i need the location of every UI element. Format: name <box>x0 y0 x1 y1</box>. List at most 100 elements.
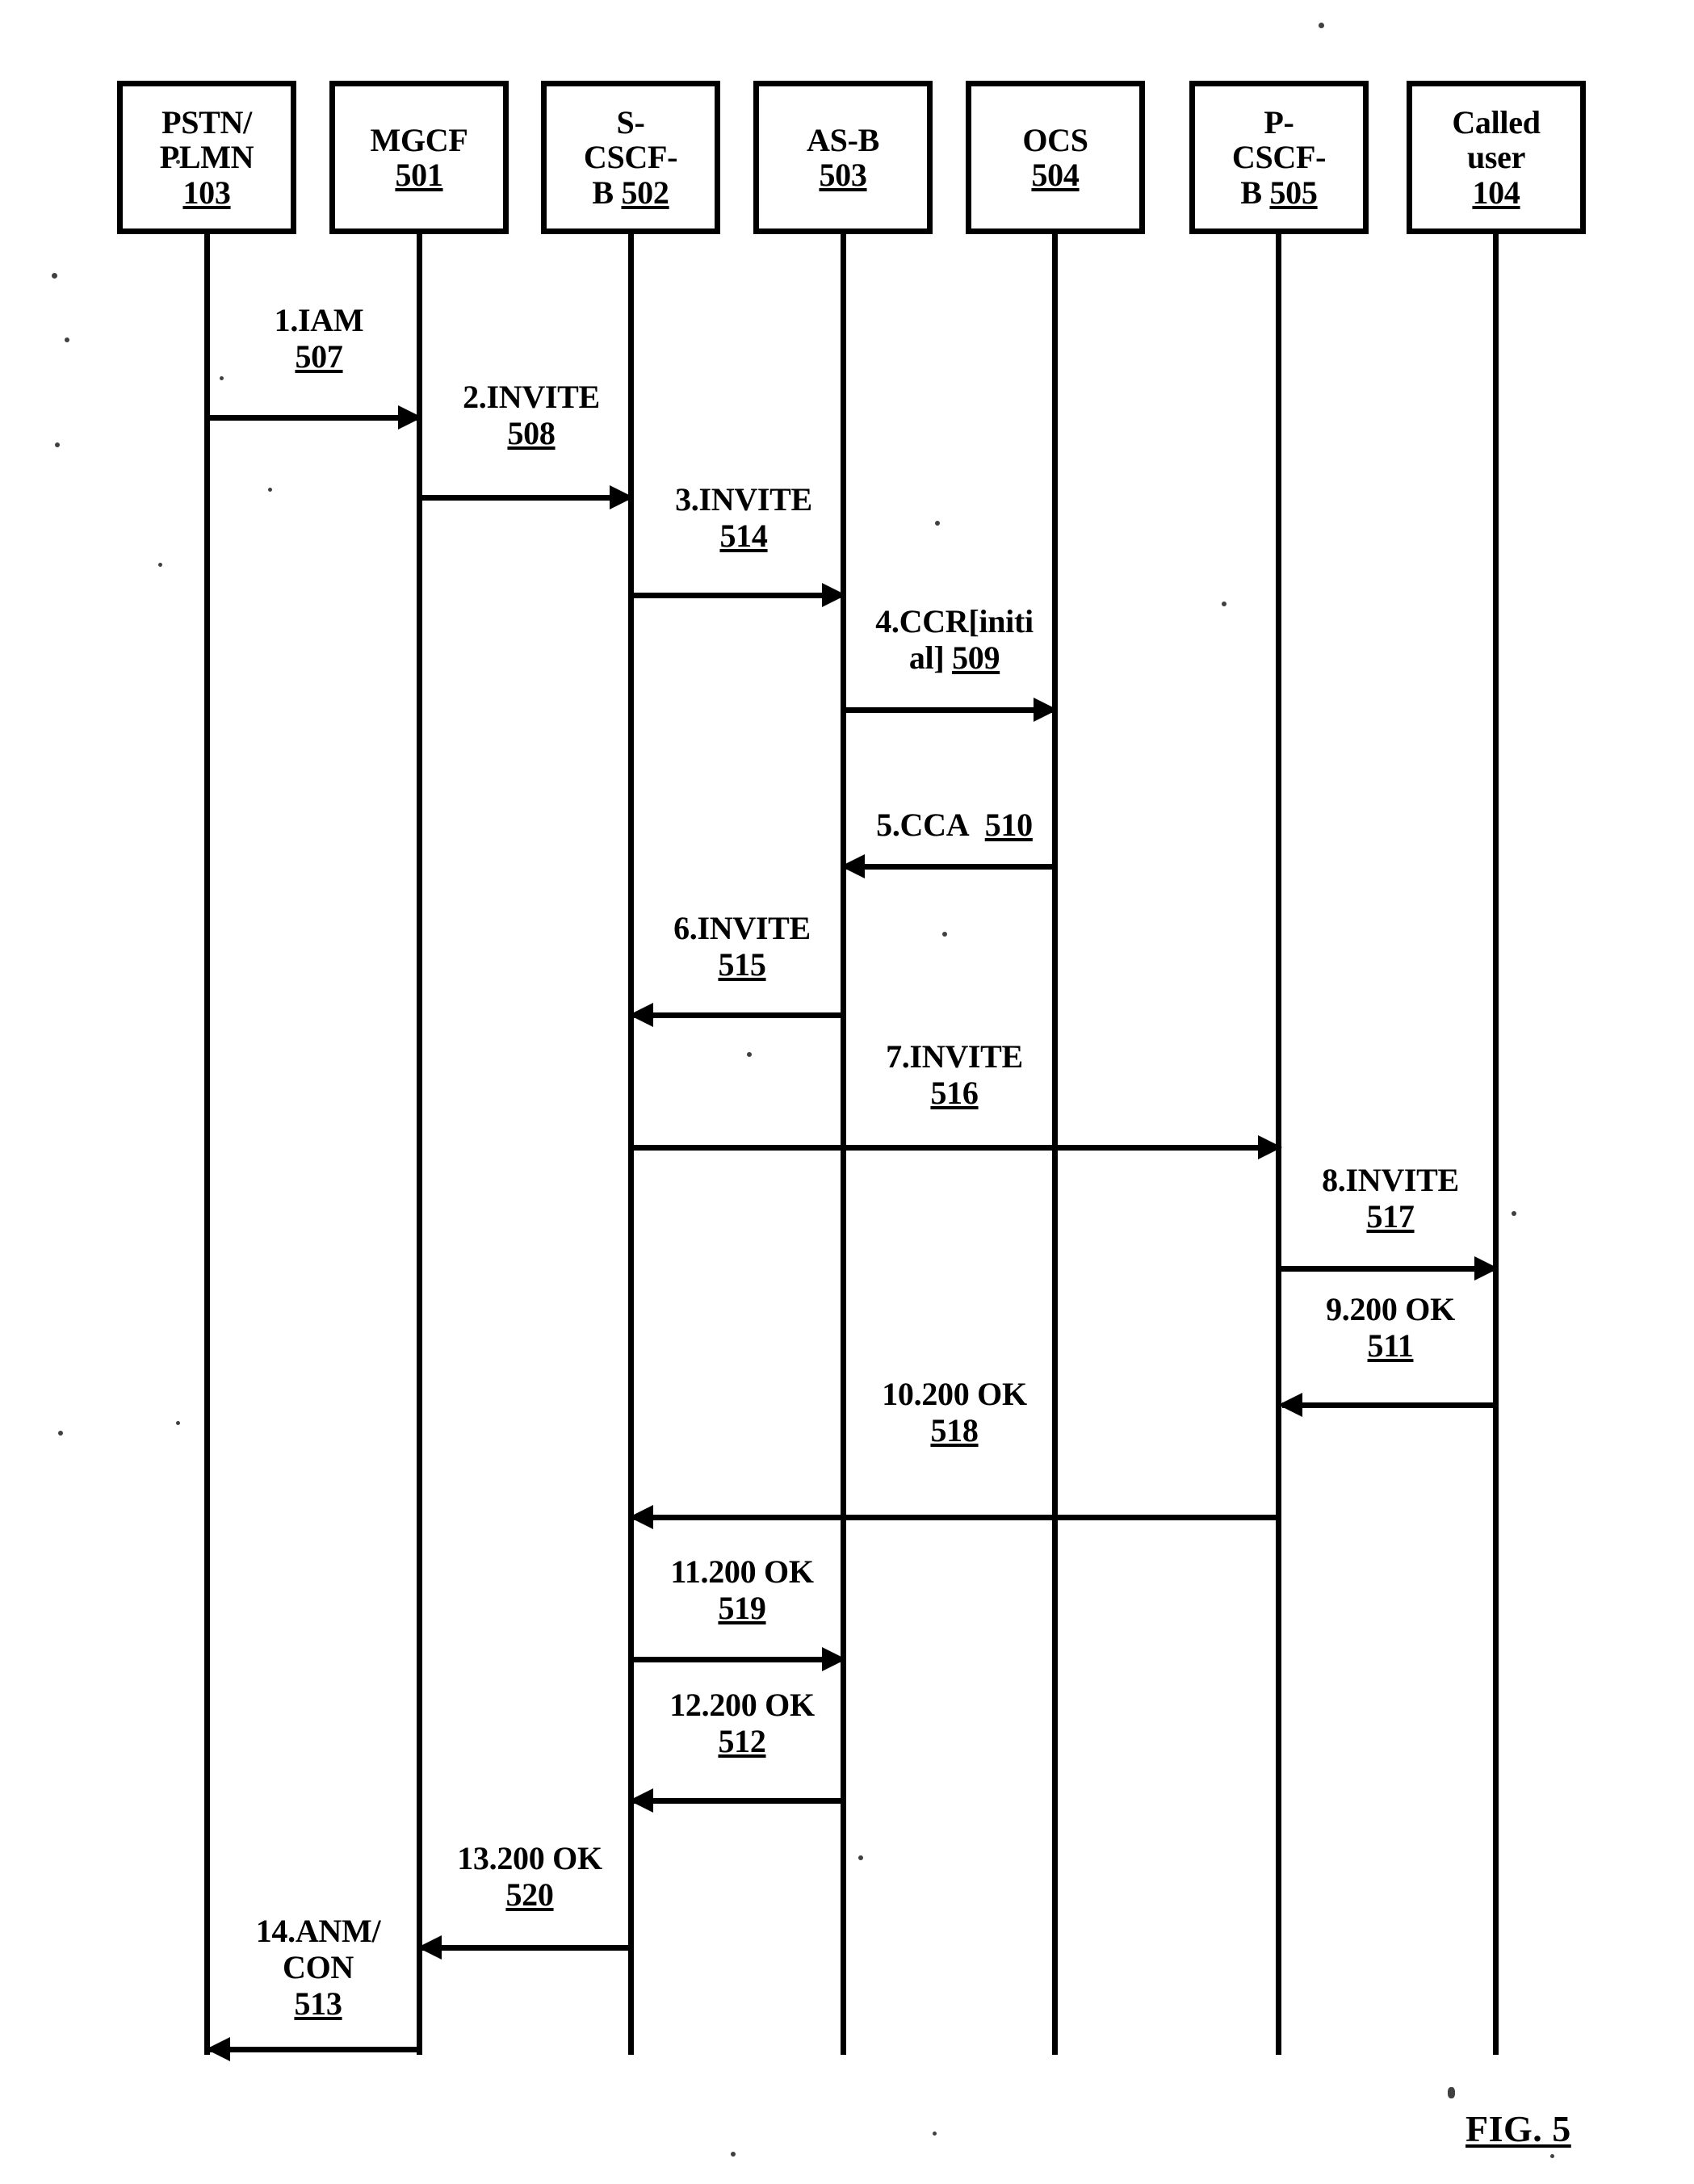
message-label-11: 11.200 OK 519 <box>632 1553 852 1627</box>
message-label-9: 9.200 OK 511 <box>1281 1291 1500 1364</box>
message-arrowhead-12 <box>629 1788 653 1813</box>
message-text: 5.CCA 510 <box>876 807 1033 843</box>
patent-figure-page: PSTN/ PLMN 103 MGCF 501 S- CSCF- B 502 A… <box>0 0 1694 2184</box>
message-arrow-14 <box>210 2047 420 2052</box>
actor-box-called-user: Called user 104 <box>1407 81 1586 234</box>
actor-box-mgcf: MGCF 501 <box>329 81 509 234</box>
message-arrowhead-5 <box>841 854 865 878</box>
scan-speck <box>1512 1211 1516 1216</box>
scan-speck <box>933 2132 937 2136</box>
message-text: 11.200 OK <box>670 1553 814 1590</box>
scan-speck <box>1550 2154 1554 2158</box>
message-text: 4.CCR[initi <box>875 603 1034 639</box>
actor-label-line-1: AS-B <box>807 121 879 158</box>
message-arrowhead-9 <box>1278 1393 1302 1417</box>
actor-label-line-1: P- <box>1264 104 1294 141</box>
message-arrowhead-8 <box>1474 1256 1499 1281</box>
scan-speck <box>942 932 947 937</box>
actor-label-line-1: PSTN/ <box>161 104 252 141</box>
actor-label-line-1: S- <box>616 104 645 141</box>
actor-ref-number: 501 <box>395 157 443 193</box>
message-ref-number: 513 <box>294 1985 342 2022</box>
scan-speck <box>220 376 224 380</box>
message-arrowhead-3 <box>822 583 846 607</box>
scan-speck <box>55 442 60 447</box>
message-arrow-1 <box>207 415 420 421</box>
message-text: 14.ANM/ <box>255 1913 381 1949</box>
message-arrow-11 <box>631 1657 844 1662</box>
scan-speck <box>268 488 272 492</box>
message-arrowhead-2 <box>610 485 634 509</box>
message-arrow-5 <box>845 864 1058 870</box>
message-text: 12.200 OK <box>669 1687 815 1723</box>
message-ref-number: 517 <box>1366 1197 1415 1235</box>
message-text: 9.200 OK <box>1326 1291 1455 1327</box>
message-label-2: 2.INVITE 508 <box>421 379 641 452</box>
scan-speck <box>858 1855 863 1860</box>
message-ref-number: 514 <box>719 517 768 554</box>
actor-label-line-1: Called <box>1452 104 1541 141</box>
actor-ref-number: 503 <box>819 157 867 193</box>
message-ref-number: 508 <box>507 414 556 451</box>
message-label-13: 13.200 OK 520 <box>420 1840 639 1914</box>
message-text: 13.200 OK <box>457 1840 602 1876</box>
message-text: 3.INVITE <box>675 481 812 518</box>
message-arrow-2 <box>419 495 632 501</box>
message-arrowhead-11 <box>822 1647 846 1671</box>
lifeline-pstn-plmn <box>204 234 210 2055</box>
message-label-6: 6.INVITE 515 <box>632 910 852 983</box>
message-text: 7.INVITE <box>886 1038 1023 1075</box>
message-label-1: 1.IAM 507 <box>210 302 428 375</box>
scan-speck <box>52 273 57 279</box>
actor-box-s-cscf-b: S- CSCF- B 502 <box>541 81 720 234</box>
message-ref-number: 509 <box>952 639 1000 676</box>
message-text: 2.INVITE <box>463 379 600 415</box>
scan-speck <box>1319 23 1324 28</box>
message-arrow-13 <box>421 1945 631 1951</box>
figure-caption: FIG. 5 <box>1465 2108 1571 2149</box>
actor-label-line-3: B 505 <box>1240 174 1318 211</box>
message-label-4: 4.CCR[initi al] 509 <box>845 603 1064 677</box>
lifeline-called-user <box>1493 234 1499 2055</box>
message-arrowhead-6 <box>629 1003 653 1027</box>
message-ref-number: 515 <box>718 945 766 983</box>
message-text-line-2: al] 509 <box>908 639 1000 676</box>
message-ref-number: 520 <box>505 1876 554 1913</box>
message-text: 10.200 OK <box>882 1376 1027 1412</box>
message-arrowhead-10 <box>629 1505 653 1529</box>
actor-box-p-cscf-b: P- CSCF- B 505 <box>1189 81 1369 234</box>
message-arrow-6 <box>633 1012 845 1018</box>
message-ref-number: 516 <box>930 1074 979 1111</box>
actor-ref-number: 504 <box>1031 157 1080 193</box>
actor-label-line-2: user <box>1466 139 1526 176</box>
scan-speck <box>65 337 69 342</box>
message-arrow-10 <box>633 1515 1281 1520</box>
message-ref-number: 512 <box>718 1722 766 1759</box>
actor-label-line-2: CSCF- <box>583 139 678 176</box>
actor-ref-number: 502 <box>621 174 669 211</box>
actor-label-line-2: CSCF- <box>1231 139 1327 176</box>
scan-speck <box>747 1052 752 1057</box>
lifeline-mgcf <box>417 234 422 2055</box>
message-text: 6.INVITE <box>673 910 811 946</box>
message-arrowhead-4 <box>1034 698 1058 722</box>
actor-box-as-b: AS-B 503 <box>753 81 933 234</box>
scan-speck <box>176 1421 180 1425</box>
message-label-5: 5.CCA 510 <box>845 807 1064 844</box>
scan-speck <box>158 563 162 567</box>
message-label-14: 14.ANM/ CON 513 <box>208 1913 428 2022</box>
scan-speck <box>1448 2087 1455 2098</box>
scan-speck <box>935 521 940 526</box>
actor-ref-number: 103 <box>182 174 231 211</box>
message-arrow-4 <box>843 707 1056 713</box>
actor-label-line-1: OCS <box>1022 121 1088 158</box>
message-arrowhead-7 <box>1258 1135 1282 1159</box>
message-label-8: 8.INVITE 517 <box>1281 1162 1500 1235</box>
actor-label-line-1: MGCF <box>370 121 468 158</box>
scan-speck <box>176 160 180 164</box>
actor-ref-number: 505 <box>1269 174 1318 211</box>
message-ref-number: 510 <box>984 807 1033 843</box>
message-arrow-3 <box>631 593 844 598</box>
scan-speck <box>731 2152 736 2157</box>
actor-label-line-2: PLMN <box>159 139 254 176</box>
